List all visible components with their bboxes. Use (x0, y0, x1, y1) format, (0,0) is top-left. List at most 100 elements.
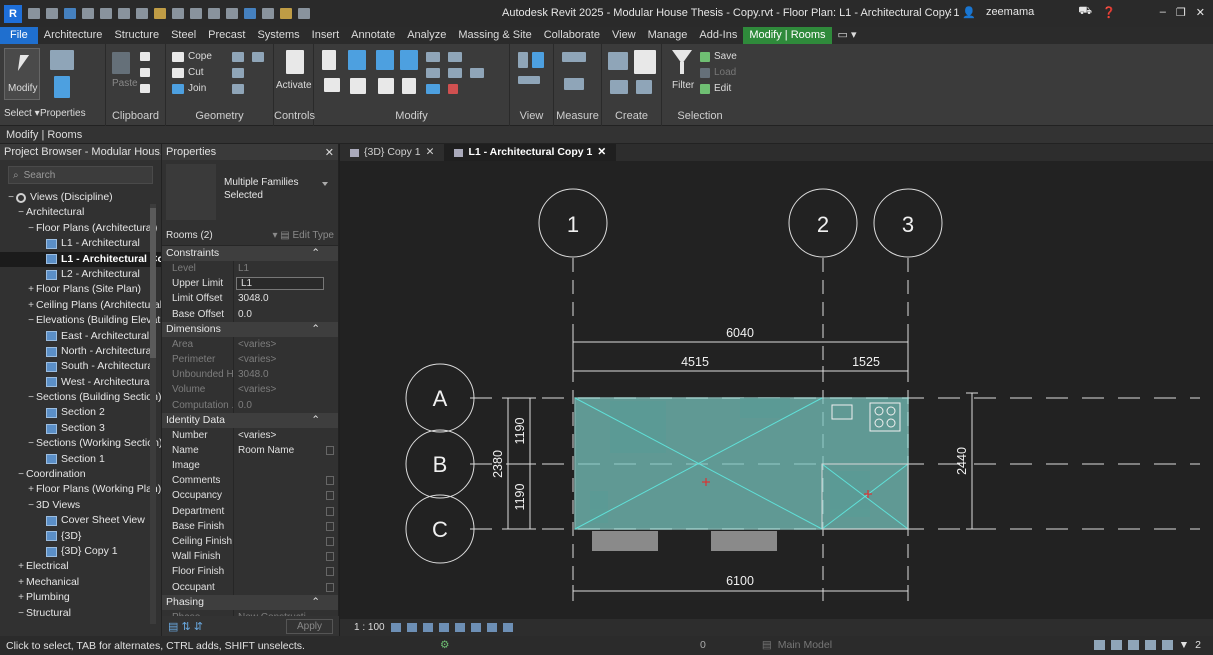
close-icon[interactable]: ✕ (597, 144, 606, 161)
tab-annotate[interactable]: Annotate (345, 27, 401, 44)
property-value[interactable] (234, 519, 338, 534)
create-parts-icon[interactable] (610, 80, 628, 94)
tree-item-3d[interactable]: {3D} (0, 529, 161, 544)
tree-item-west-architectural[interactable]: West - Architectural (0, 375, 161, 390)
tree-item-section-3[interactable]: Section 3 (0, 421, 161, 436)
measure-icon[interactable] (154, 8, 166, 19)
property-value[interactable] (234, 488, 338, 503)
cut-geometry-icon[interactable] (172, 68, 184, 78)
3d-view-icon[interactable] (226, 8, 238, 19)
override-graphics-icon[interactable] (518, 52, 528, 68)
collapse-icon[interactable]: − (16, 467, 26, 482)
demolish-icon[interactable] (252, 52, 264, 62)
paint-icon[interactable] (232, 84, 244, 94)
type-properties-icon[interactable] (50, 50, 74, 70)
collapse-icon[interactable]: − (6, 190, 16, 205)
edit-selection-label[interactable]: Edit (714, 83, 731, 94)
create-assembly-icon[interactable] (608, 52, 628, 70)
section-phasing[interactable]: Phasing ⌃ (162, 594, 338, 610)
linework-icon[interactable] (518, 76, 540, 84)
close-hidden-icon[interactable] (280, 8, 292, 19)
tree-item-section-2[interactable]: Section 2 (0, 405, 161, 420)
scrollbar[interactable] (150, 204, 156, 624)
workset-icon[interactable]: ⚙ (440, 639, 449, 651)
user-name[interactable]: zeemama (986, 6, 1034, 18)
trim-extend-icon[interactable] (470, 68, 484, 78)
open-icon[interactable] (46, 8, 58, 19)
tree-item-3d-views[interactable]: −3D Views (0, 498, 161, 513)
delete-icon[interactable] (448, 84, 458, 94)
cut-label[interactable]: Cut (188, 67, 204, 78)
select-by-face-icon[interactable] (1144, 640, 1156, 650)
browse-button[interactable] (326, 445, 334, 455)
doc-tab-3d-copy-1[interactable]: {3D} Copy 1 ✕ (340, 144, 444, 161)
property-value[interactable] (234, 473, 338, 488)
browse-button[interactable] (326, 567, 334, 577)
cope-label[interactable]: Cope (188, 51, 212, 62)
tab-massing-site[interactable]: Massing & Site (452, 27, 537, 44)
tree-item-elevations-building-elevation[interactable]: −Elevations (Building Elevation) (0, 313, 161, 328)
signin-icon[interactable]: ⁝ (949, 6, 953, 19)
property-value[interactable]: 0.0 (234, 307, 338, 322)
section-icon[interactable] (244, 8, 256, 19)
tree-item-south-architectural[interactable]: South - Architectural (0, 359, 161, 374)
tree-item-ceiling-plans-architectural[interactable]: + Ceiling Plans (Architectural) (0, 298, 161, 313)
temporary-hide-icon[interactable] (486, 623, 497, 632)
match-properties-icon[interactable] (140, 84, 150, 93)
tab-modify-rooms[interactable]: Modify | Rooms (743, 27, 832, 44)
expand-icon[interactable]: + (26, 282, 36, 297)
tree-item-architectural[interactable]: − Architectural (0, 205, 161, 220)
tag-icon[interactable] (190, 8, 202, 19)
save-selection-label[interactable]: Save (714, 51, 737, 62)
collapse-icon[interactable]: ⌃ (311, 413, 320, 428)
switch-windows-icon[interactable] (298, 8, 310, 19)
sun-path-icon[interactable] (422, 623, 433, 632)
aligned-dimension-icon[interactable] (172, 8, 184, 19)
tree-item-3d-copy-1[interactable]: {3D} Copy 1 (0, 544, 161, 559)
browse-button[interactable] (326, 506, 334, 516)
collapse-icon[interactable]: − (16, 205, 26, 220)
tree-item-mechanical[interactable]: + Mechanical (0, 575, 161, 590)
properties-icon[interactable] (54, 76, 70, 98)
tree-item-views-discipline[interactable]: − Views (Discipline) (0, 190, 161, 205)
browse-button[interactable] (326, 491, 334, 501)
property-value[interactable] (234, 549, 338, 564)
drag-elements-icon[interactable] (1161, 640, 1173, 650)
measure-between-icon[interactable] (562, 52, 586, 62)
activate-icon[interactable] (286, 50, 304, 74)
tab-analyze[interactable]: Analyze (401, 27, 452, 44)
collapse-icon[interactable]: − (26, 313, 36, 328)
tree-item-east-architectural[interactable]: East - Architectural (0, 329, 161, 344)
tab-insert[interactable]: Insert (306, 27, 346, 44)
activate-label[interactable]: Activate (276, 80, 312, 91)
reveal-hidden-icon[interactable] (502, 623, 513, 632)
save-selection-icon[interactable] (700, 52, 710, 62)
pin-icon[interactable] (448, 52, 462, 62)
browse-button[interactable] (326, 476, 334, 486)
view-scale[interactable]: 1 : 100 (354, 622, 385, 633)
mirror-draw-icon[interactable] (400, 50, 418, 70)
tree-item-coordination[interactable]: − Coordination (0, 467, 161, 482)
mirror-axis-icon[interactable] (376, 50, 394, 70)
tab-file[interactable]: File (0, 27, 38, 44)
tree-item-floor-plans-architectural[interactable]: − Floor Plans (Architectural) (0, 221, 161, 236)
join-label[interactable]: Join (188, 83, 206, 94)
property-value[interactable]: L1 (236, 277, 324, 291)
expand-icon[interactable]: + (26, 482, 36, 497)
wall-joins-icon[interactable] (232, 52, 244, 62)
browse-button[interactable] (326, 552, 334, 562)
tab-view[interactable]: View (606, 27, 642, 44)
tree-item-sections-building-section[interactable]: − Sections (Building Section) (0, 390, 161, 405)
tab-manage[interactable]: Manage (642, 27, 694, 44)
copy-element-icon[interactable] (350, 78, 366, 94)
trim-icon[interactable] (402, 78, 416, 94)
edit-type-button[interactable]: ▾ ▤ Edit Type (272, 230, 334, 241)
model-selector[interactable]: 0 ▤ Main Model (700, 639, 832, 651)
collapse-icon[interactable]: − (26, 221, 36, 236)
text-icon[interactable] (208, 8, 220, 19)
save-icon[interactable] (64, 8, 76, 19)
property-value[interactable]: 3048.0 (234, 291, 338, 306)
modify-tool-button[interactable]: Modify (4, 48, 40, 100)
tree-item-sections-working-section[interactable]: − Sections (Working Section) (0, 436, 161, 451)
collapse-icon[interactable]: − (26, 498, 36, 513)
